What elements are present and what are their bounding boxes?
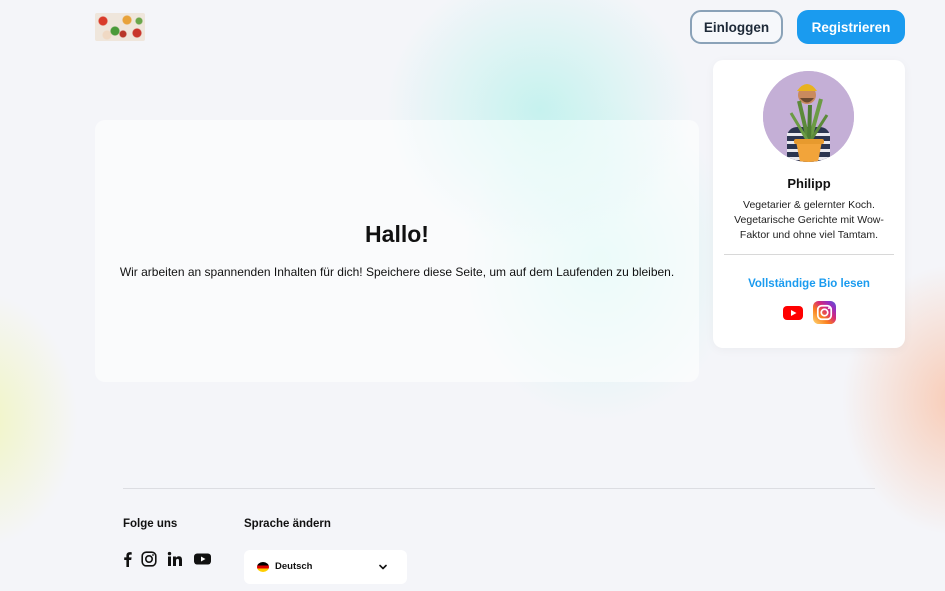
facebook-icon[interactable] bbox=[120, 551, 136, 567]
register-button[interactable]: Registrieren bbox=[797, 10, 905, 44]
login-button[interactable]: Einloggen bbox=[690, 10, 783, 44]
author-bio: Vegetarier & gelernter Koch. Vegetarisch… bbox=[734, 199, 884, 241]
change-language-heading: Sprache ändern bbox=[244, 518, 331, 530]
youtube-icon[interactable] bbox=[194, 551, 211, 567]
germany-flag-icon bbox=[257, 562, 269, 572]
author-avatar bbox=[763, 71, 854, 162]
read-full-bio-link[interactable]: Vollständige Bio lesen bbox=[713, 278, 905, 290]
footer-divider bbox=[123, 488, 875, 489]
follow-us-heading: Folge uns bbox=[123, 518, 178, 530]
coming-soon-text: Wir arbeiten an spannenden Inhalten für … bbox=[119, 265, 675, 279]
main-content-card: Hallo! Wir arbeiten an spannenden Inhalt… bbox=[95, 120, 699, 382]
author-card: Philipp Vegetarier & gelernter Koch. Veg… bbox=[713, 60, 905, 348]
language-selected-label: Deutsch bbox=[275, 561, 313, 572]
linkedin-icon[interactable] bbox=[167, 551, 183, 567]
author-divider bbox=[724, 254, 894, 255]
page-title: Hallo! bbox=[365, 221, 429, 247]
chevron-down-icon bbox=[379, 564, 387, 570]
author-name: Philipp bbox=[787, 176, 831, 191]
instagram-icon[interactable] bbox=[141, 551, 157, 567]
youtube-icon[interactable] bbox=[783, 306, 803, 320]
language-select[interactable]: Deutsch bbox=[244, 550, 407, 584]
site-logo[interactable] bbox=[95, 13, 145, 41]
instagram-icon[interactable] bbox=[813, 301, 836, 324]
